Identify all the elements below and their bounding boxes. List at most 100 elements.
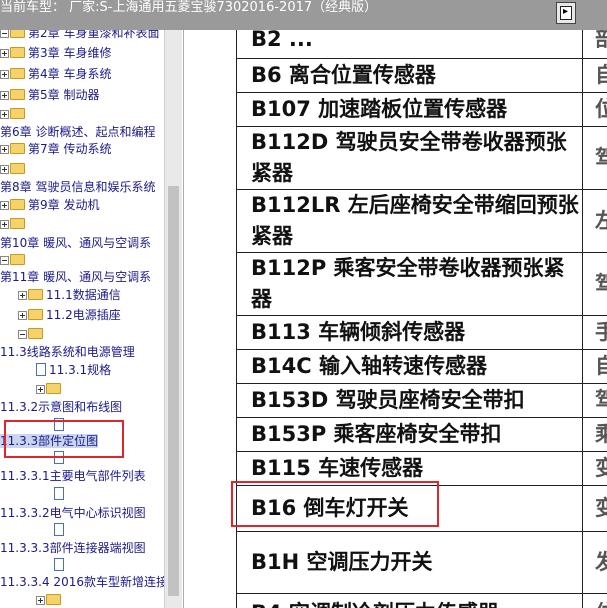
tree-item-label: 第8章 驾驶员信息和娱乐系统 xyxy=(0,180,156,194)
table-row: B153P 乘客座椅安全带扣乘 xyxy=(236,417,607,452)
tree-item-label: 第11章 暖风、通风与空调系 xyxy=(0,270,152,284)
folder-icon xyxy=(28,309,43,320)
highlight-box-table xyxy=(231,481,439,527)
component-name-cell: B2 ... xyxy=(236,30,583,59)
component-location-cell: 驾 xyxy=(582,383,607,418)
tree-item-label: 11.3线路系统和电源管理 xyxy=(0,345,135,359)
table-row: B14C 输入轴转速传感器自 xyxy=(236,349,607,384)
table-row: B112LR 左后座椅安全带缩回预张紧器左 xyxy=(236,189,607,253)
document-icon xyxy=(36,363,46,376)
component-name-cell: B14C 输入轴转速传感器 xyxy=(236,349,583,384)
tree-item-label: 第4章 车身系统 xyxy=(28,67,112,81)
folder-icon xyxy=(10,218,25,229)
tree-item-label: 11.3.3.4 2016款车型新增连接 xyxy=(0,575,164,589)
table-row: B112P 乘客安全带卷收器预张紧器驾 xyxy=(236,252,607,316)
expand-icon[interactable] xyxy=(0,220,9,229)
tree-item[interactable]: 第5章 制动器 xyxy=(0,86,99,104)
tree-item[interactable]: 第7章 传动系统 xyxy=(0,140,111,158)
tree-scrollbar-thumb[interactable] xyxy=(168,186,179,596)
component-location-cell: 发 xyxy=(582,531,607,594)
tree-node-icons[interactable] xyxy=(54,485,67,503)
tree-item[interactable]: 第3章 车身维修 xyxy=(0,44,111,62)
tree-item[interactable]: 11.3线路系统和电源管理 xyxy=(0,343,135,361)
expand-icon[interactable] xyxy=(18,291,27,300)
tree-item-label: 11.2电源插座 xyxy=(46,308,121,322)
component-name-cell: B6 离合位置传感器 xyxy=(236,58,583,93)
component-name-cell: B153P 乘客座椅安全带扣 xyxy=(236,417,583,452)
tree-item-label: 11.3.1规格 xyxy=(49,363,112,377)
component-name-cell: B153D 驾驶员座椅安全带扣 xyxy=(236,383,583,418)
folder-icon xyxy=(10,163,25,174)
tree-item[interactable]: 11.3.3.4 2016款车型新增连接 xyxy=(0,573,164,591)
table-row: B1H 空调压力开关发 xyxy=(236,531,607,594)
document-icon xyxy=(54,558,64,571)
tree-item[interactable]: 第8章 驾驶员信息和娱乐系统 xyxy=(0,178,155,196)
tree-item-label: 第6章 诊断概述、起点和编程 xyxy=(0,125,156,139)
tree-item[interactable]: 11.3.2示意图和布线图 xyxy=(0,398,122,416)
tree-item[interactable]: 11.3.3.2电气中心标识视图 xyxy=(0,504,146,522)
tree-item[interactable]: 第11章 暖风、通风与空调系 xyxy=(0,268,151,286)
vehicle-model-title: 当前车型： 厂家:S-上海通用五菱宝骏7302016-2017（经典版） xyxy=(0,0,378,15)
tree-node-icons[interactable] xyxy=(54,556,67,574)
expand-icon[interactable] xyxy=(0,70,9,79)
tree-item[interactable]: 第9章 发动机 xyxy=(0,196,99,214)
component-location-cell: 位 xyxy=(582,92,607,127)
component-location-cell: 乘 xyxy=(582,417,607,452)
folder-icon xyxy=(10,30,25,38)
tree-item[interactable]: 11.3.3.1主要电气部件列表 xyxy=(0,467,146,485)
component-location-cell: 左 xyxy=(582,189,607,253)
folder-icon xyxy=(10,199,25,210)
tree-item-label: 第10章 暖风、通风与空调系 xyxy=(0,236,152,250)
folder-icon xyxy=(28,328,43,339)
tree-item-label: 11.3.3.3部件连接器端视图 xyxy=(0,541,146,555)
tree-item[interactable]: 第6章 诊断概述、起点和编程 xyxy=(0,123,155,141)
expand-icon[interactable] xyxy=(36,596,45,605)
tree-node-icons[interactable] xyxy=(18,325,46,343)
component-location-cell: 自 xyxy=(582,349,607,384)
folder-icon xyxy=(10,108,25,119)
table-row: B6 离合位置传感器自 xyxy=(236,58,607,93)
expand-icon[interactable] xyxy=(18,311,27,320)
folder-icon xyxy=(46,594,61,605)
expand-icon[interactable] xyxy=(0,145,9,154)
tree-item[interactable]: 第4章 车身系统 xyxy=(0,65,111,83)
tree-item-label: 11.3.3.1主要电气部件列表 xyxy=(0,469,146,483)
tree-node-icons[interactable] xyxy=(36,380,64,398)
component-location-cell: 驾 xyxy=(582,252,607,316)
expand-icon[interactable] xyxy=(0,91,9,100)
tree-item[interactable]: 11.3.1规格 xyxy=(36,361,111,379)
next-page-button[interactable]: ▸ xyxy=(556,2,576,24)
tree-item[interactable]: 第2章 车身重漆和补表面 xyxy=(0,30,159,42)
collapse-icon[interactable] xyxy=(0,30,9,38)
expand-icon[interactable] xyxy=(36,385,45,394)
folder-icon xyxy=(10,68,25,79)
expand-icon[interactable] xyxy=(0,49,9,58)
tree-node-icons[interactable] xyxy=(0,105,28,123)
collapse-icon[interactable] xyxy=(0,256,9,265)
tree-item[interactable]: 11.1数据通信 xyxy=(18,286,121,304)
collapse-icon[interactable] xyxy=(18,330,27,339)
expand-icon[interactable] xyxy=(0,110,9,119)
component-name-cell: B4 空调制冷剂压力传感器 xyxy=(236,593,583,608)
tree-scrollbar[interactable] xyxy=(164,30,182,608)
expand-icon[interactable] xyxy=(0,165,9,174)
component-name-cell: B112LR 左后座椅安全带缩回预张紧器 xyxy=(236,189,583,253)
tree-item[interactable]: 11.2电源插座 xyxy=(18,306,121,324)
tree-item-label: 第3章 车身维修 xyxy=(28,46,112,60)
component-location-cell: 部 xyxy=(582,30,607,59)
table-row: B112D 驾驶员安全带卷收器预张紧器驾 xyxy=(236,126,607,190)
tree-item-label: 第5章 制动器 xyxy=(28,88,100,102)
tree-node-icons[interactable] xyxy=(54,521,67,539)
tree-node-icons[interactable] xyxy=(0,251,28,269)
tree-item-label: 11.1数据通信 xyxy=(46,288,121,302)
tree-item[interactable]: 第10章 暖风、通风与空调系 xyxy=(0,234,151,252)
component-location-cell: 位 xyxy=(582,593,607,608)
expand-icon[interactable] xyxy=(0,201,9,210)
tree-item-label: 第2章 车身重漆和补表面 xyxy=(28,30,160,40)
tree-item-label: 第7章 传动系统 xyxy=(28,142,112,156)
tree-node-icons[interactable] xyxy=(0,215,28,233)
tree-item-label: 11.3.2示意图和布线图 xyxy=(0,400,123,414)
tree-node-icons[interactable] xyxy=(0,160,28,178)
tree-node-icons[interactable] xyxy=(36,591,64,608)
tree-item[interactable]: 11.3.3.3部件连接器端视图 xyxy=(0,539,146,557)
